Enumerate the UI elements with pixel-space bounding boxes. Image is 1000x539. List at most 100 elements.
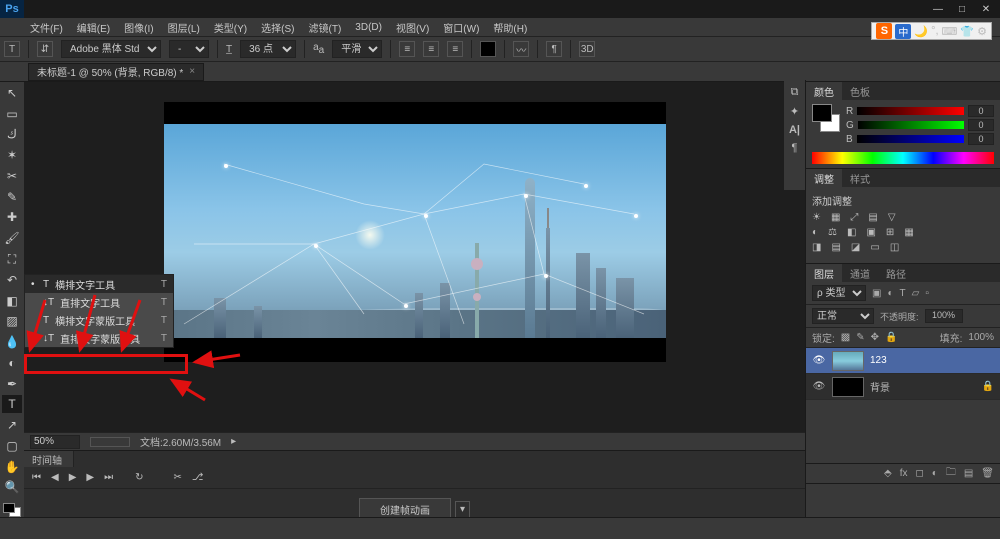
properties-panel-icon[interactable]: ✦ bbox=[790, 105, 799, 118]
ime-person-icon[interactable]: 👕 bbox=[960, 25, 974, 38]
orientation-toggle-icon[interactable]: ⇵ bbox=[37, 41, 53, 57]
ime-lang[interactable]: 中 bbox=[895, 24, 911, 39]
flyout-vertical-type[interactable]: ↓T直排文字工具T bbox=[25, 293, 173, 311]
adj-invert-icon[interactable]: ◨ bbox=[812, 242, 821, 253]
marquee-tool[interactable]: ▭ bbox=[2, 105, 22, 123]
adj-threshold-icon[interactable]: ◪ bbox=[851, 242, 860, 253]
font-style-select[interactable]: - bbox=[169, 40, 209, 58]
filter-smart-icon[interactable]: ▫ bbox=[925, 288, 929, 299]
align-left-icon[interactable]: ≡ bbox=[399, 41, 415, 57]
history-panel-icon[interactable]: ⧉ bbox=[791, 86, 799, 99]
scrollbar-mini[interactable] bbox=[90, 437, 130, 447]
document-tab[interactable]: 未标题-1 @ 50% (背景, RGB/8) * × bbox=[28, 63, 204, 81]
hand-tool[interactable]: ✋ bbox=[2, 458, 22, 476]
timeline-first-icon[interactable]: ⏮ bbox=[32, 472, 41, 483]
r-value[interactable]: 0 bbox=[968, 105, 994, 117]
lock-pixel-icon[interactable]: ✎ bbox=[856, 332, 864, 343]
b-value[interactable]: 0 bbox=[968, 133, 994, 145]
crop-tool[interactable]: ✂ bbox=[2, 167, 22, 185]
flyout-horizontal-mask[interactable]: T横排文字蒙版工具T bbox=[25, 311, 173, 329]
adj-levels-icon[interactable]: ▦ bbox=[831, 212, 840, 223]
paragraph-panel-icon[interactable]: ¶ bbox=[792, 142, 798, 154]
ime-keyboard-icon[interactable]: ⌨ bbox=[942, 25, 958, 38]
tab-styles[interactable]: 样式 bbox=[842, 169, 878, 187]
align-center-icon[interactable]: ≡ bbox=[423, 41, 439, 57]
canvas[interactable] bbox=[164, 102, 666, 362]
layer-name[interactable]: 背景 bbox=[870, 379, 890, 394]
opacity-value[interactable]: 100% bbox=[925, 309, 963, 323]
align-right-icon[interactable]: ≡ bbox=[447, 41, 463, 57]
character-panel-dock-icon[interactable]: A| bbox=[789, 124, 800, 136]
timeline-last-icon[interactable]: ⏭ bbox=[104, 472, 113, 483]
adj-mixer-icon[interactable]: ⊞ bbox=[886, 227, 894, 238]
zoom-tool[interactable]: 🔍 bbox=[2, 479, 22, 497]
menu-layer[interactable]: 图层(L) bbox=[168, 20, 200, 35]
adj-brightness-icon[interactable]: ☀ bbox=[812, 212, 821, 223]
filter-shape-icon[interactable]: ▱ bbox=[912, 288, 920, 299]
dodge-tool[interactable]: ◐ bbox=[2, 354, 22, 372]
delete-layer-icon[interactable]: 🗑 bbox=[981, 468, 994, 479]
layer-row-0[interactable]: 👁 123 bbox=[806, 348, 1000, 374]
adj-balance-icon[interactable]: ⚖ bbox=[828, 227, 837, 238]
b-slider[interactable] bbox=[857, 135, 964, 143]
type-tool[interactable]: T bbox=[2, 395, 22, 413]
adj-poster-icon[interactable]: ▤ bbox=[831, 242, 840, 253]
ime-settings-icon[interactable]: ⚙ bbox=[977, 25, 987, 38]
menu-3d[interactable]: 3D(D) bbox=[355, 22, 382, 33]
filter-pixel-icon[interactable]: ▣ bbox=[872, 288, 881, 299]
menu-select[interactable]: 选择(S) bbox=[261, 20, 294, 35]
font-size-select[interactable]: 36 点 bbox=[240, 40, 296, 58]
timeline-cut-icon[interactable]: ✂ bbox=[174, 472, 182, 483]
spectrum-bar[interactable] bbox=[812, 152, 994, 164]
layer-mask-icon[interactable]: ◻ bbox=[915, 468, 923, 479]
layer-thumb[interactable] bbox=[832, 377, 864, 397]
adj-curves-icon[interactable]: ⤢ bbox=[850, 212, 858, 223]
menu-window[interactable]: 窗口(W) bbox=[443, 20, 479, 35]
tab-adjust[interactable]: 调整 bbox=[806, 169, 842, 187]
antialias-select[interactable]: 平滑 bbox=[332, 40, 382, 58]
tab-swatches[interactable]: 色板 bbox=[842, 82, 878, 100]
adj-vibrance-icon[interactable]: ▽ bbox=[888, 212, 896, 223]
color-swatches[interactable] bbox=[3, 503, 21, 517]
visibility-icon[interactable]: 👁 bbox=[812, 381, 826, 392]
adj-exposure-icon[interactable]: ▤ bbox=[868, 212, 877, 223]
blur-tool[interactable]: 💧 bbox=[2, 333, 22, 351]
fill-value[interactable]: 100% bbox=[968, 332, 994, 343]
lasso-tool[interactable]: ك bbox=[2, 126, 22, 144]
adj-lookup-icon[interactable]: ▦ bbox=[904, 227, 913, 238]
path-select-tool[interactable]: ↗ bbox=[2, 416, 22, 434]
layer-name[interactable]: 123 bbox=[870, 355, 887, 366]
menu-type[interactable]: 类型(Y) bbox=[214, 20, 247, 35]
layer-fx-icon[interactable]: fx bbox=[900, 468, 908, 479]
brush-tool[interactable]: 🖌 bbox=[2, 229, 22, 247]
close-button[interactable]: ✕ bbox=[978, 4, 994, 15]
timeline-loop-icon[interactable]: ↻ bbox=[135, 472, 143, 483]
adj-selcolor-icon[interactable]: ◫ bbox=[890, 242, 899, 253]
adj-gradmap-icon[interactable]: ▭ bbox=[870, 242, 879, 253]
lock-pos-icon[interactable]: ✥ bbox=[871, 332, 879, 343]
tab-color[interactable]: 颜色 bbox=[806, 82, 842, 100]
menu-file[interactable]: 文件(F) bbox=[30, 20, 63, 35]
layer-row-1[interactable]: 👁 背景 🔒 bbox=[806, 374, 1000, 400]
timeline-play-icon[interactable]: ▶ bbox=[69, 472, 77, 483]
blend-mode-select[interactable]: 正常 bbox=[812, 308, 874, 324]
layer-filter-select[interactable]: ρ 类型 bbox=[812, 285, 866, 301]
timeline-split-icon[interactable]: ⎇ bbox=[192, 472, 204, 483]
character-panel-icon[interactable]: ¶ bbox=[546, 41, 562, 57]
adj-photo-icon[interactable]: ▣ bbox=[866, 227, 875, 238]
layer-thumb[interactable] bbox=[832, 351, 864, 371]
visibility-icon[interactable]: 👁 bbox=[812, 355, 826, 366]
gradient-tool[interactable]: ▨ bbox=[2, 312, 22, 330]
tool-preset-icon[interactable]: T bbox=[4, 41, 20, 57]
menu-help[interactable]: 帮助(H) bbox=[493, 20, 527, 35]
close-tab-icon[interactable]: × bbox=[189, 66, 195, 77]
ime-moon-icon[interactable]: 🌙 bbox=[914, 25, 928, 38]
flyout-horizontal-type[interactable]: •T横排文字工具T bbox=[25, 275, 173, 293]
eraser-tool[interactable]: ◧ bbox=[2, 292, 22, 310]
new-adjust-icon[interactable]: ◐ bbox=[932, 468, 938, 479]
timeline-prev-icon[interactable]: ◀ bbox=[51, 472, 59, 483]
tab-channels[interactable]: 通道 bbox=[842, 264, 878, 282]
link-layers-icon[interactable]: ⬘ bbox=[884, 468, 892, 479]
maximize-button[interactable]: □ bbox=[954, 4, 970, 15]
filter-adjust-icon[interactable]: ◐ bbox=[887, 288, 893, 299]
